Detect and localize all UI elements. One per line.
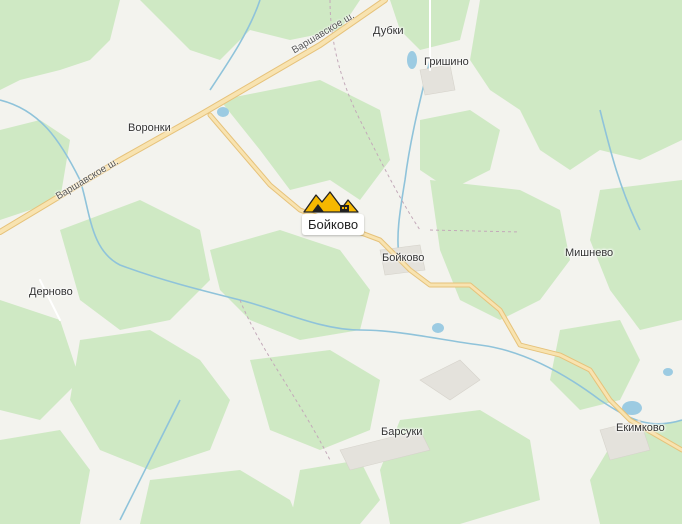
map-view[interactable]: Варшавское ш. Варшавское ш. Дубки Гришин… bbox=[0, 0, 682, 524]
place-label-voronki[interactable]: Воронки bbox=[128, 122, 171, 134]
place-label-grishino[interactable]: Гришино bbox=[424, 56, 469, 68]
place-label-ekimkovo[interactable]: Екимково bbox=[616, 422, 665, 434]
map-canvas bbox=[0, 0, 682, 524]
mountain-building-icon[interactable] bbox=[302, 190, 360, 214]
place-label-boykovo[interactable]: Бойково bbox=[382, 252, 424, 264]
place-label-mishnevo[interactable]: Мишнево bbox=[565, 247, 613, 259]
place-label-dernovo[interactable]: Дерново bbox=[29, 286, 73, 298]
selected-place-label[interactable]: Бойково bbox=[302, 214, 365, 235]
place-label-barsuki[interactable]: Барсуки bbox=[381, 426, 422, 438]
place-label-dubki[interactable]: Дубки bbox=[373, 25, 404, 37]
